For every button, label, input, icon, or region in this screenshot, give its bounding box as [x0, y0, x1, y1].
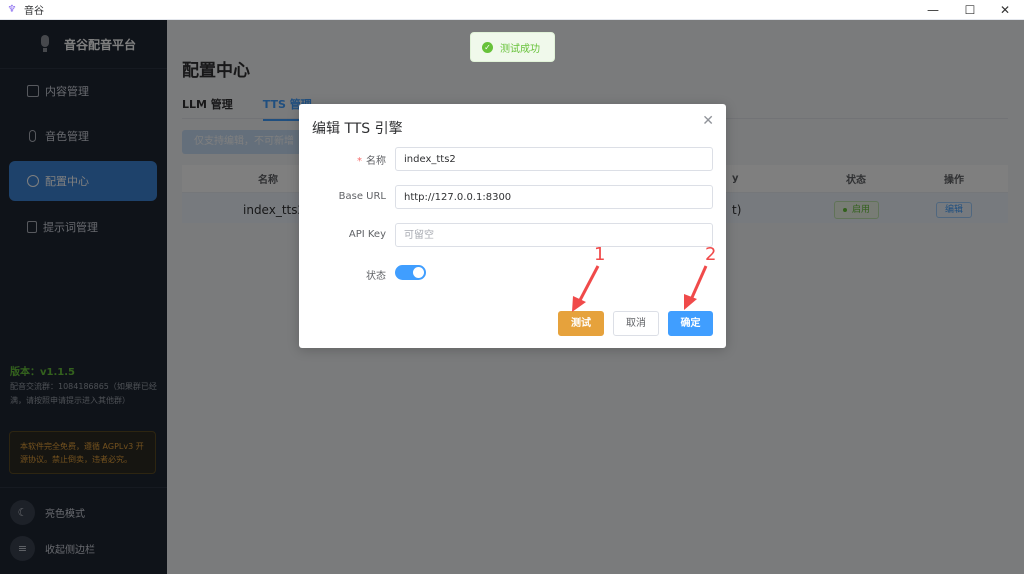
app-icon: ♆	[7, 3, 17, 15]
close-window-icon[interactable]: ✕	[985, 0, 1024, 20]
annotation-arrows	[572, 265, 708, 312]
name-label: * 名称	[357, 152, 386, 167]
name-label-text: 名称	[366, 156, 386, 167]
status-toggle[interactable]	[395, 265, 426, 280]
base-url-input[interactable]	[395, 185, 713, 209]
dialog-title: 编辑 TTS 引擎	[312, 121, 403, 137]
window-title: 音谷	[24, 6, 44, 17]
minimize-icon[interactable]: —	[913, 0, 953, 20]
api-key-label: API Key	[348, 229, 386, 240]
status-label: 状态	[366, 271, 386, 282]
arrow-2-icon	[684, 265, 708, 310]
toast-text: 测试成功	[500, 43, 540, 55]
toggle-knob	[413, 267, 424, 278]
name-input[interactable]	[395, 147, 713, 171]
close-icon[interactable]: ✕	[702, 113, 714, 129]
required-mark: *	[357, 156, 362, 167]
window-titlebar: ♆ 音谷 — ☐ ✕	[0, 0, 1024, 20]
arrow-1-icon	[572, 265, 600, 312]
maximize-icon[interactable]: ☐	[950, 0, 990, 20]
check-circle-icon: ✓	[482, 41, 493, 53]
api-key-input[interactable]	[395, 223, 713, 247]
success-toast: ✓ 测试成功	[470, 32, 555, 62]
base-url-label: Base URL	[338, 191, 386, 202]
